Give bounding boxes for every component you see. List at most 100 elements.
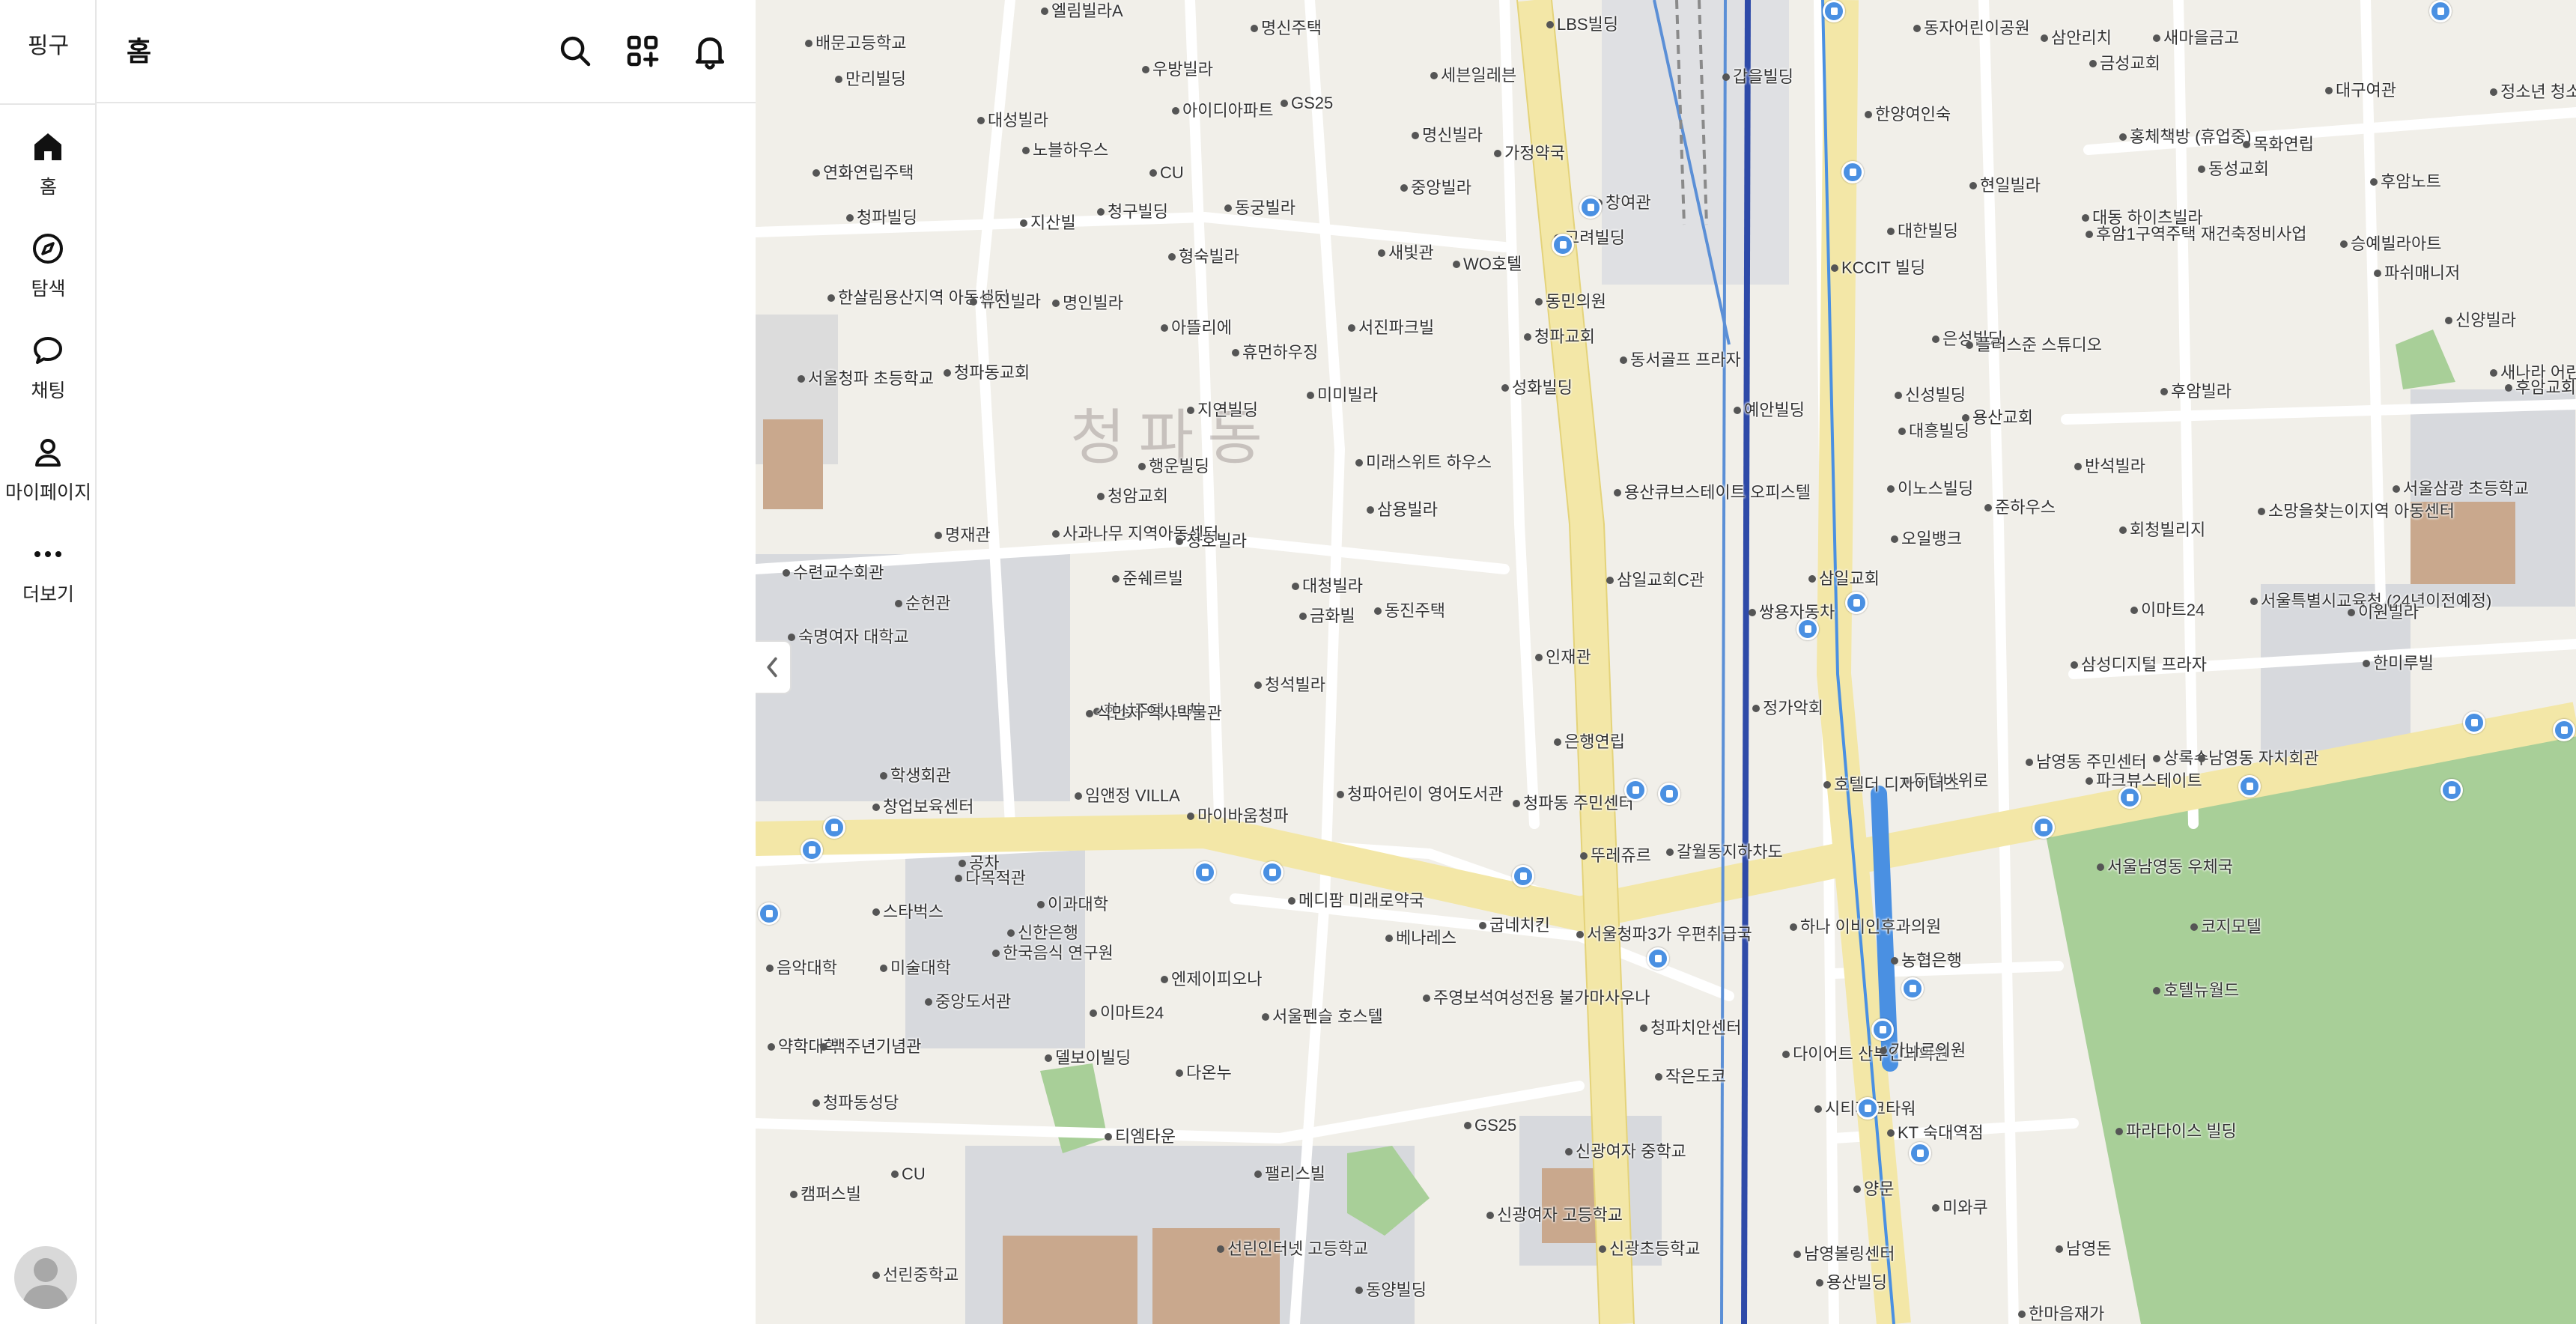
bus-stop-pin[interactable] (1901, 977, 1924, 1000)
map-poi-label[interactable]: 동서골프 프라자 (1630, 350, 1741, 369)
map-poi-label[interactable]: 플러스준 스튜디오 (1976, 335, 2102, 354)
map-poi-label[interactable]: 승예빌라아트 (2351, 234, 2441, 253)
map-poi-label[interactable]: 정가악회 (1763, 699, 1823, 717)
map-poi-label[interactable]: 서울삼광 초등학교 (2403, 479, 2529, 498)
bus-stop-pin[interactable] (1624, 779, 1647, 801)
map-view[interactable]: 청파동 엘림빌라A 명신주택 LBS빌딩 동자어린이공원 삼안리치 새마을금고 배문고등학교… (756, 0, 2576, 1324)
map-poi-label[interactable]: 예안빌딩 (1744, 401, 1805, 419)
map-poi-label[interactable]: 배문고등학교 (815, 34, 906, 52)
map-poi-label[interactable]: 굽네치킨 (1489, 916, 1550, 935)
map-poi-label[interactable]: 삼용빌라 (1377, 500, 1438, 519)
rail-item-mypage[interactable]: 마이페이지 (0, 418, 97, 506)
map-poi-label[interactable]: 파라다이스 빌딩 (2126, 1122, 2237, 1141)
map-poi-label[interactable]: 양문 (1864, 1179, 1894, 1198)
bus-stop-pin[interactable] (2238, 775, 2261, 798)
map-poi-label[interactable]: 신광초등학교 (1609, 1239, 1700, 1258)
map-poi-label[interactable]: 청석빌라 (1265, 675, 1325, 694)
map-poi-label[interactable]: 성화빌딩 (1512, 378, 1573, 397)
map-poi-label[interactable]: 아이디아파트 (1182, 101, 1273, 120)
bus-stop-pin[interactable] (801, 839, 823, 861)
map-poi-label[interactable]: 신양빌라 (2455, 311, 2516, 330)
map-poi-label[interactable]: 미술대학 (890, 959, 951, 977)
bus-stop-pin[interactable] (2463, 711, 2485, 734)
search-button[interactable] (555, 31, 595, 71)
bus-stop-pin[interactable] (1194, 861, 1216, 884)
map-poi-label[interactable]: 남영동 주민센터 (2036, 753, 2147, 771)
map-poi-label[interactable]: 델보이빌딩 (1055, 1048, 1131, 1067)
map-poi-label[interactable]: 남영돈 (2066, 1239, 2112, 1258)
map-poi-label[interactable]: 정호빌라 (1186, 532, 1247, 550)
map-poi-label[interactable]: 동양빌딩 (1366, 1281, 1427, 1299)
map-poi-label[interactable]: 팰리스빌 (1265, 1164, 1325, 1183)
map-poi-label[interactable]: 가나르의원 (1890, 1041, 1966, 1060)
rail-item-more[interactable]: 더보기 (0, 520, 97, 608)
map-poi-label[interactable]: 청파치안센터 (1650, 1018, 1741, 1037)
map-poi-label[interactable]: 목화연립 (2253, 135, 2314, 154)
rail-item-chat[interactable]: 채팅 (0, 316, 97, 404)
map-poi-label[interactable]: 신한은행 (1018, 923, 1078, 942)
map-poi-label[interactable]: 순헌관 (905, 594, 951, 613)
bus-stop-pin[interactable] (1909, 1142, 1931, 1164)
bus-stop-pin[interactable] (1796, 618, 1819, 640)
map-poi-label[interactable]: 티엠타운 (1115, 1127, 1176, 1146)
map-poi-label[interactable]: 청파빌딩 (857, 208, 917, 227)
map-poi-label[interactable]: 삼성디지털 프라자 (2081, 655, 2207, 674)
map-poi-label[interactable]: 호텔뉴월드 (2163, 981, 2239, 1000)
map-poi-label[interactable]: 백주년기념관 (830, 1037, 921, 1056)
map-poi-label[interactable]: 용산교회 (1972, 408, 2033, 427)
bus-stop-pin[interactable] (1552, 234, 1574, 256)
map-poi-label[interactable]: 한국음식 연구원 (1003, 944, 1114, 962)
map-poi-label[interactable]: 아뜰리에 (1171, 318, 1232, 337)
map-poi-label[interactable]: 대성빌라 (988, 111, 1048, 130)
map-poi-label[interactable]: 후암교회 (2515, 378, 2576, 397)
map-poi-label[interactable]: 형숙빌라 (1179, 247, 1239, 266)
map-poi-label[interactable]: 대흥빌딩 (1909, 422, 1969, 440)
map-poi-label[interactable]: 준하우스 (1995, 498, 2056, 517)
map-poi-label[interactable]: 삼일교회 (1819, 569, 1880, 588)
bus-stop-pin[interactable] (1856, 1097, 1879, 1120)
collapse-panel-button[interactable] (756, 640, 792, 694)
map-poi-label[interactable]: 청암교회 (1108, 487, 1168, 505)
map-poi-label[interactable]: 회청빌리지 (2130, 520, 2205, 539)
map-poi-label[interactable]: WO호텔 (1463, 255, 1522, 273)
map-poi-label[interactable]: CU (902, 1164, 926, 1183)
map-poi-label[interactable]: 대한빌딩 (1898, 222, 1958, 240)
bus-stop-pin[interactable] (1823, 0, 1845, 22)
map-poi-label[interactable]: 메디팜 미래로약국 (1298, 891, 1424, 910)
map-poi-label[interactable]: 서울남영동 우체국 (2107, 857, 2233, 876)
bus-stop-pin[interactable] (1871, 1018, 1894, 1041)
map-poi-label[interactable]: 하나 이비인후과의원 (1800, 917, 1941, 936)
map-poi-label[interactable]: 노블하우스 (1033, 141, 1108, 160)
map-poi-label[interactable]: 청파교회 (1534, 327, 1595, 346)
rail-item-home[interactable]: 홈 (0, 112, 97, 201)
map-poi-label[interactable]: 갈월동지하차도 (1677, 842, 1783, 861)
map-poi-label[interactable]: 농협은행 (1901, 951, 1962, 970)
map-poi-label[interactable]: GS25 (1474, 1116, 1516, 1135)
map-poi-label[interactable]: 대구여관 (2336, 81, 2396, 100)
map-poi-label[interactable]: 캠퍼스빌 (801, 1185, 861, 1203)
map-poi-label[interactable]: 학생회관 (890, 766, 951, 785)
map-poi-label[interactable]: 반석빌라 (2085, 457, 2145, 476)
map-poi-label[interactable]: GS25 (1291, 94, 1333, 112)
map-poi-label[interactable]: 지연빌딩 (1197, 401, 1258, 419)
map-poi-label[interactable]: 쌍용자동차 (1759, 603, 1835, 622)
map-poi-label[interactable]: 다온누 (1186, 1063, 1232, 1082)
map-poi-label[interactable]: 금성교회 (2100, 54, 2160, 73)
map-poi-label[interactable]: 인재관 (1546, 648, 1591, 666)
bus-stop-pin[interactable] (1845, 592, 1868, 614)
map-poi-label[interactable]: 뚜레쥬르 (1591, 846, 1651, 865)
map-poi-label[interactable]: KCCIT 빌딩 (1841, 258, 1925, 277)
map-poi-label[interactable]: 청파어린이 영어도서관 (1347, 785, 1504, 804)
bus-stop-pin[interactable] (1647, 947, 1669, 970)
map-poi-label[interactable]: 정소년 청소년 (2500, 82, 2576, 101)
bus-stop-pin[interactable] (2429, 0, 2452, 22)
map-poi-label[interactable]: 창여관 (1606, 193, 1651, 212)
map-poi-label[interactable]: 음악대학 (777, 959, 837, 977)
map-poi-label[interactable]: 숙명여자 대학교 (798, 628, 909, 646)
map-poi-label[interactable]: 호텔더 디자이너스 (1834, 775, 1960, 794)
map-poi-label[interactable]: 파쉬매니저 (2384, 264, 2460, 282)
bus-stop-pin[interactable] (2032, 816, 2055, 839)
map-poi-label[interactable]: 동진주택 (1385, 601, 1445, 620)
map-poi-label[interactable]: 한미루빌 (2373, 654, 2434, 672)
bus-stop-pin[interactable] (1841, 161, 1864, 183)
